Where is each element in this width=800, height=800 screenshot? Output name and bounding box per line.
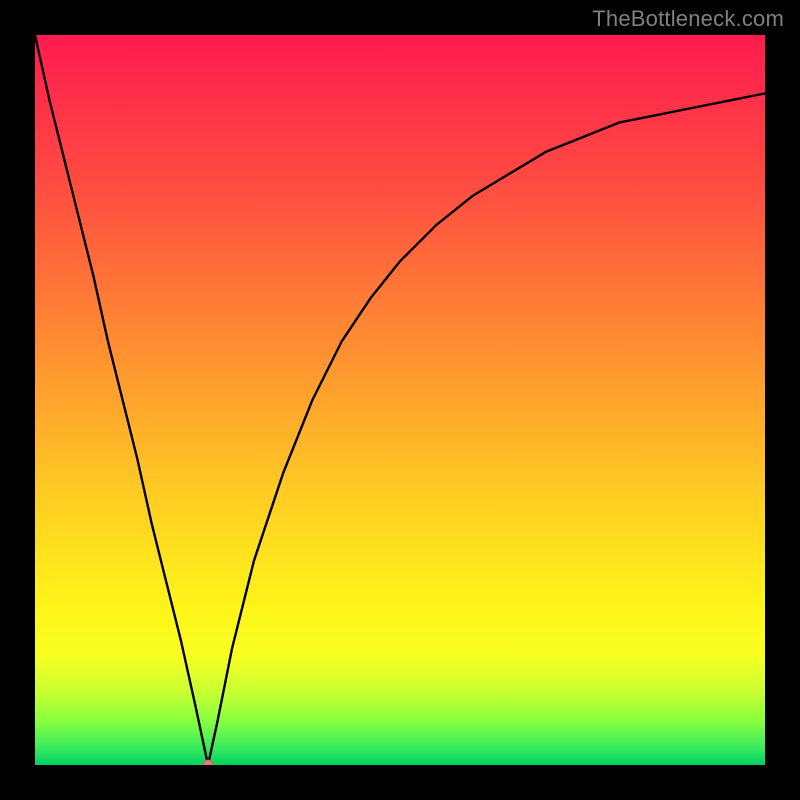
chart-frame: TheBottleneck.com	[0, 0, 800, 800]
bottleneck-curve	[35, 35, 765, 765]
watermark-text: TheBottleneck.com	[592, 6, 784, 32]
plot-area	[35, 35, 765, 765]
curve-svg	[35, 35, 765, 765]
current-point-marker	[203, 760, 213, 765]
